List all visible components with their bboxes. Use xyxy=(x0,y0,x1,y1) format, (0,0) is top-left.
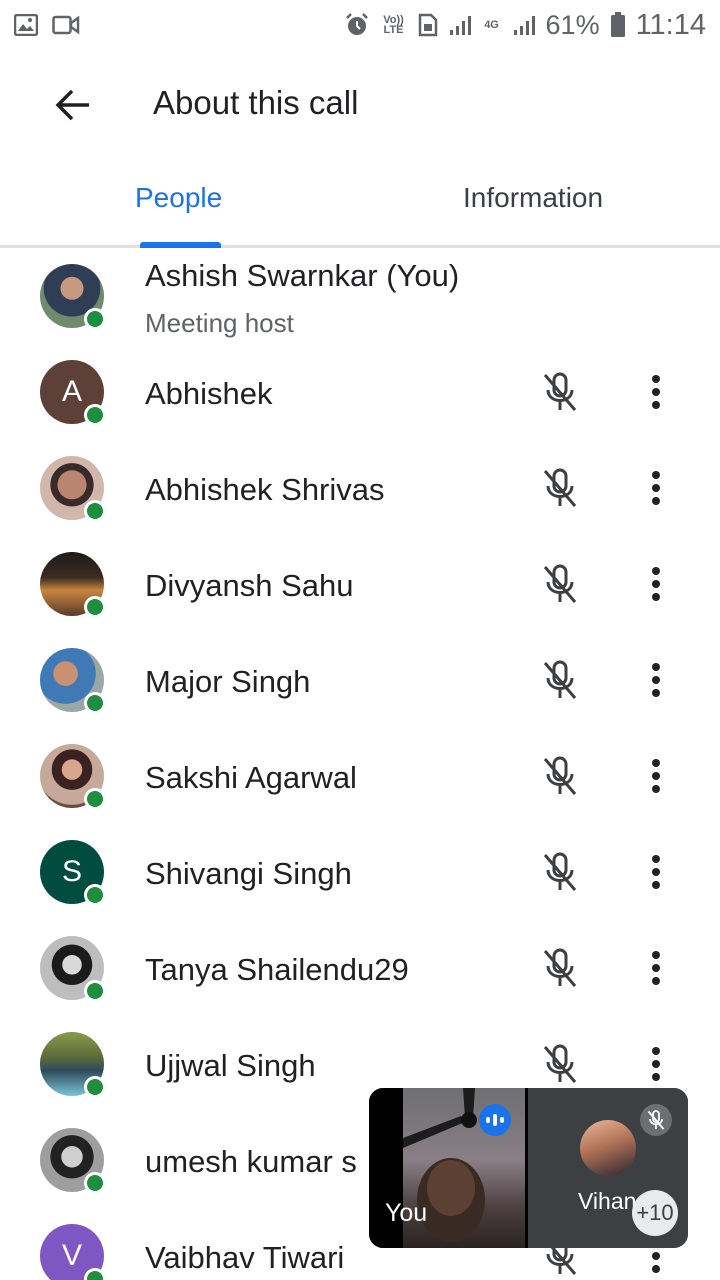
mic-off-icon xyxy=(640,1104,672,1136)
more-options-button[interactable] xyxy=(641,754,671,798)
participant-name: Vaibhav Tiwari xyxy=(145,1240,345,1275)
participant-name: umesh kumar s xyxy=(145,1144,357,1179)
list-item[interactable]: Tanya Shailendu29 xyxy=(0,922,720,1018)
avatar xyxy=(40,648,106,714)
online-status-dot xyxy=(84,1172,106,1194)
more-options-button[interactable] xyxy=(641,562,671,606)
mic-off-icon[interactable] xyxy=(540,1042,580,1086)
participant-role: Meeting host xyxy=(145,308,294,338)
more-vert-icon xyxy=(652,663,660,697)
more-vert-icon xyxy=(652,1047,660,1081)
more-vert-icon xyxy=(652,375,660,409)
more-options-button[interactable] xyxy=(641,658,671,702)
speaking-indicator-icon xyxy=(479,1104,511,1136)
clock: 11:14 xyxy=(635,8,706,41)
avatar xyxy=(40,936,106,1002)
mic-off-icon[interactable] xyxy=(540,562,580,606)
battery-icon xyxy=(610,12,625,37)
online-status-dot xyxy=(84,1076,106,1098)
tab-information[interactable]: Information xyxy=(463,182,603,214)
self-video-tile[interactable]: You xyxy=(369,1088,528,1248)
online-status-dot xyxy=(84,884,106,906)
more-vert-icon xyxy=(652,567,660,601)
network-label: 4G xyxy=(484,19,499,31)
more-options-button[interactable] xyxy=(641,370,671,414)
back-button[interactable] xyxy=(48,80,98,130)
more-participants-badge[interactable]: +10 xyxy=(632,1190,678,1236)
more-options-button[interactable] xyxy=(641,850,671,894)
more-vert-icon xyxy=(652,855,660,889)
more-options-button[interactable] xyxy=(641,466,671,510)
participant-name: Tanya Shailendu29 xyxy=(145,952,409,987)
online-status-dot xyxy=(84,980,106,1002)
participant-name: Sakshi Agarwal xyxy=(145,760,357,795)
app-bar: About this call xyxy=(0,50,720,160)
list-item[interactable]: S Shivangi Singh xyxy=(0,826,720,922)
online-status-dot xyxy=(84,788,106,810)
battery-percent: 61% xyxy=(545,9,600,40)
more-vert-icon xyxy=(652,951,660,985)
mic-off-icon[interactable] xyxy=(540,370,580,414)
volte-label: Vo)) LTE xyxy=(383,14,404,36)
participant-tile[interactable]: Vihan +10 xyxy=(528,1088,688,1248)
status-bar: Vo)) LTE 4G 61% 11:14 xyxy=(0,0,720,50)
list-item[interactable]: Divyansh Sahu xyxy=(0,538,720,634)
online-status-dot xyxy=(84,1268,106,1280)
participant-name: Ashish Swarnkar (You) xyxy=(145,258,460,293)
list-item[interactable]: Abhishek Shrivas xyxy=(0,442,720,538)
self-label: You xyxy=(385,1199,428,1227)
more-vert-icon xyxy=(652,471,660,505)
tab-people[interactable]: People xyxy=(135,182,222,214)
more-options-button[interactable] xyxy=(641,1042,671,1086)
list-item[interactable]: Sakshi Agarwal xyxy=(0,730,720,826)
avatar xyxy=(40,1032,106,1098)
participant-name: Vihan xyxy=(578,1188,637,1214)
mic-off-icon[interactable] xyxy=(540,946,580,990)
participant-name: Divyansh Sahu xyxy=(145,568,354,603)
call-pip-overlay[interactable]: You Vihan +10 xyxy=(369,1088,688,1248)
online-status-dot xyxy=(84,596,106,618)
status-right-icons: Vo)) LTE 4G 61% 11:14 xyxy=(344,9,706,42)
avatar: S xyxy=(40,840,106,906)
avatar xyxy=(580,1120,636,1176)
sim-icon xyxy=(418,13,437,37)
avatar: A xyxy=(40,360,106,426)
more-options-button[interactable] xyxy=(641,946,671,990)
mic-off-icon[interactable] xyxy=(540,754,580,798)
list-item[interactable]: Ashish Swarnkar (You) Meeting host xyxy=(0,256,720,346)
status-left-icons xyxy=(14,14,80,36)
avatar: V xyxy=(40,1224,106,1280)
active-tab-indicator xyxy=(140,242,221,248)
mic-off-icon[interactable] xyxy=(540,658,580,702)
participant-name: Abhishek Shrivas xyxy=(145,472,385,507)
participant-name: Shivangi Singh xyxy=(145,856,352,891)
online-status-dot xyxy=(84,308,106,330)
arrow-back-icon xyxy=(55,89,89,121)
list-item[interactable]: A Abhishek xyxy=(0,346,720,442)
participant-name: Major Singh xyxy=(145,664,311,699)
more-vert-icon xyxy=(652,759,660,793)
avatar xyxy=(40,456,106,522)
avatar xyxy=(40,744,106,810)
video-camera-icon xyxy=(52,15,80,35)
page-title: About this call xyxy=(153,84,359,121)
list-item[interactable]: Major Singh xyxy=(0,634,720,730)
mic-off-icon[interactable] xyxy=(540,850,580,894)
alarm-icon xyxy=(345,13,368,35)
mic-off-icon[interactable] xyxy=(540,466,580,510)
avatar xyxy=(40,552,106,618)
avatar xyxy=(40,264,106,330)
online-status-dot xyxy=(84,500,106,522)
participant-name: Ujjwal Singh xyxy=(145,1048,316,1083)
signal-icon xyxy=(449,16,471,35)
tab-bar: People Information xyxy=(0,160,720,248)
signal-icon-2 xyxy=(513,16,535,35)
gallery-icon xyxy=(14,14,38,36)
online-status-dot xyxy=(84,692,106,714)
avatar xyxy=(40,1128,106,1194)
participant-name: Abhishek xyxy=(145,376,273,411)
online-status-dot xyxy=(84,404,106,426)
